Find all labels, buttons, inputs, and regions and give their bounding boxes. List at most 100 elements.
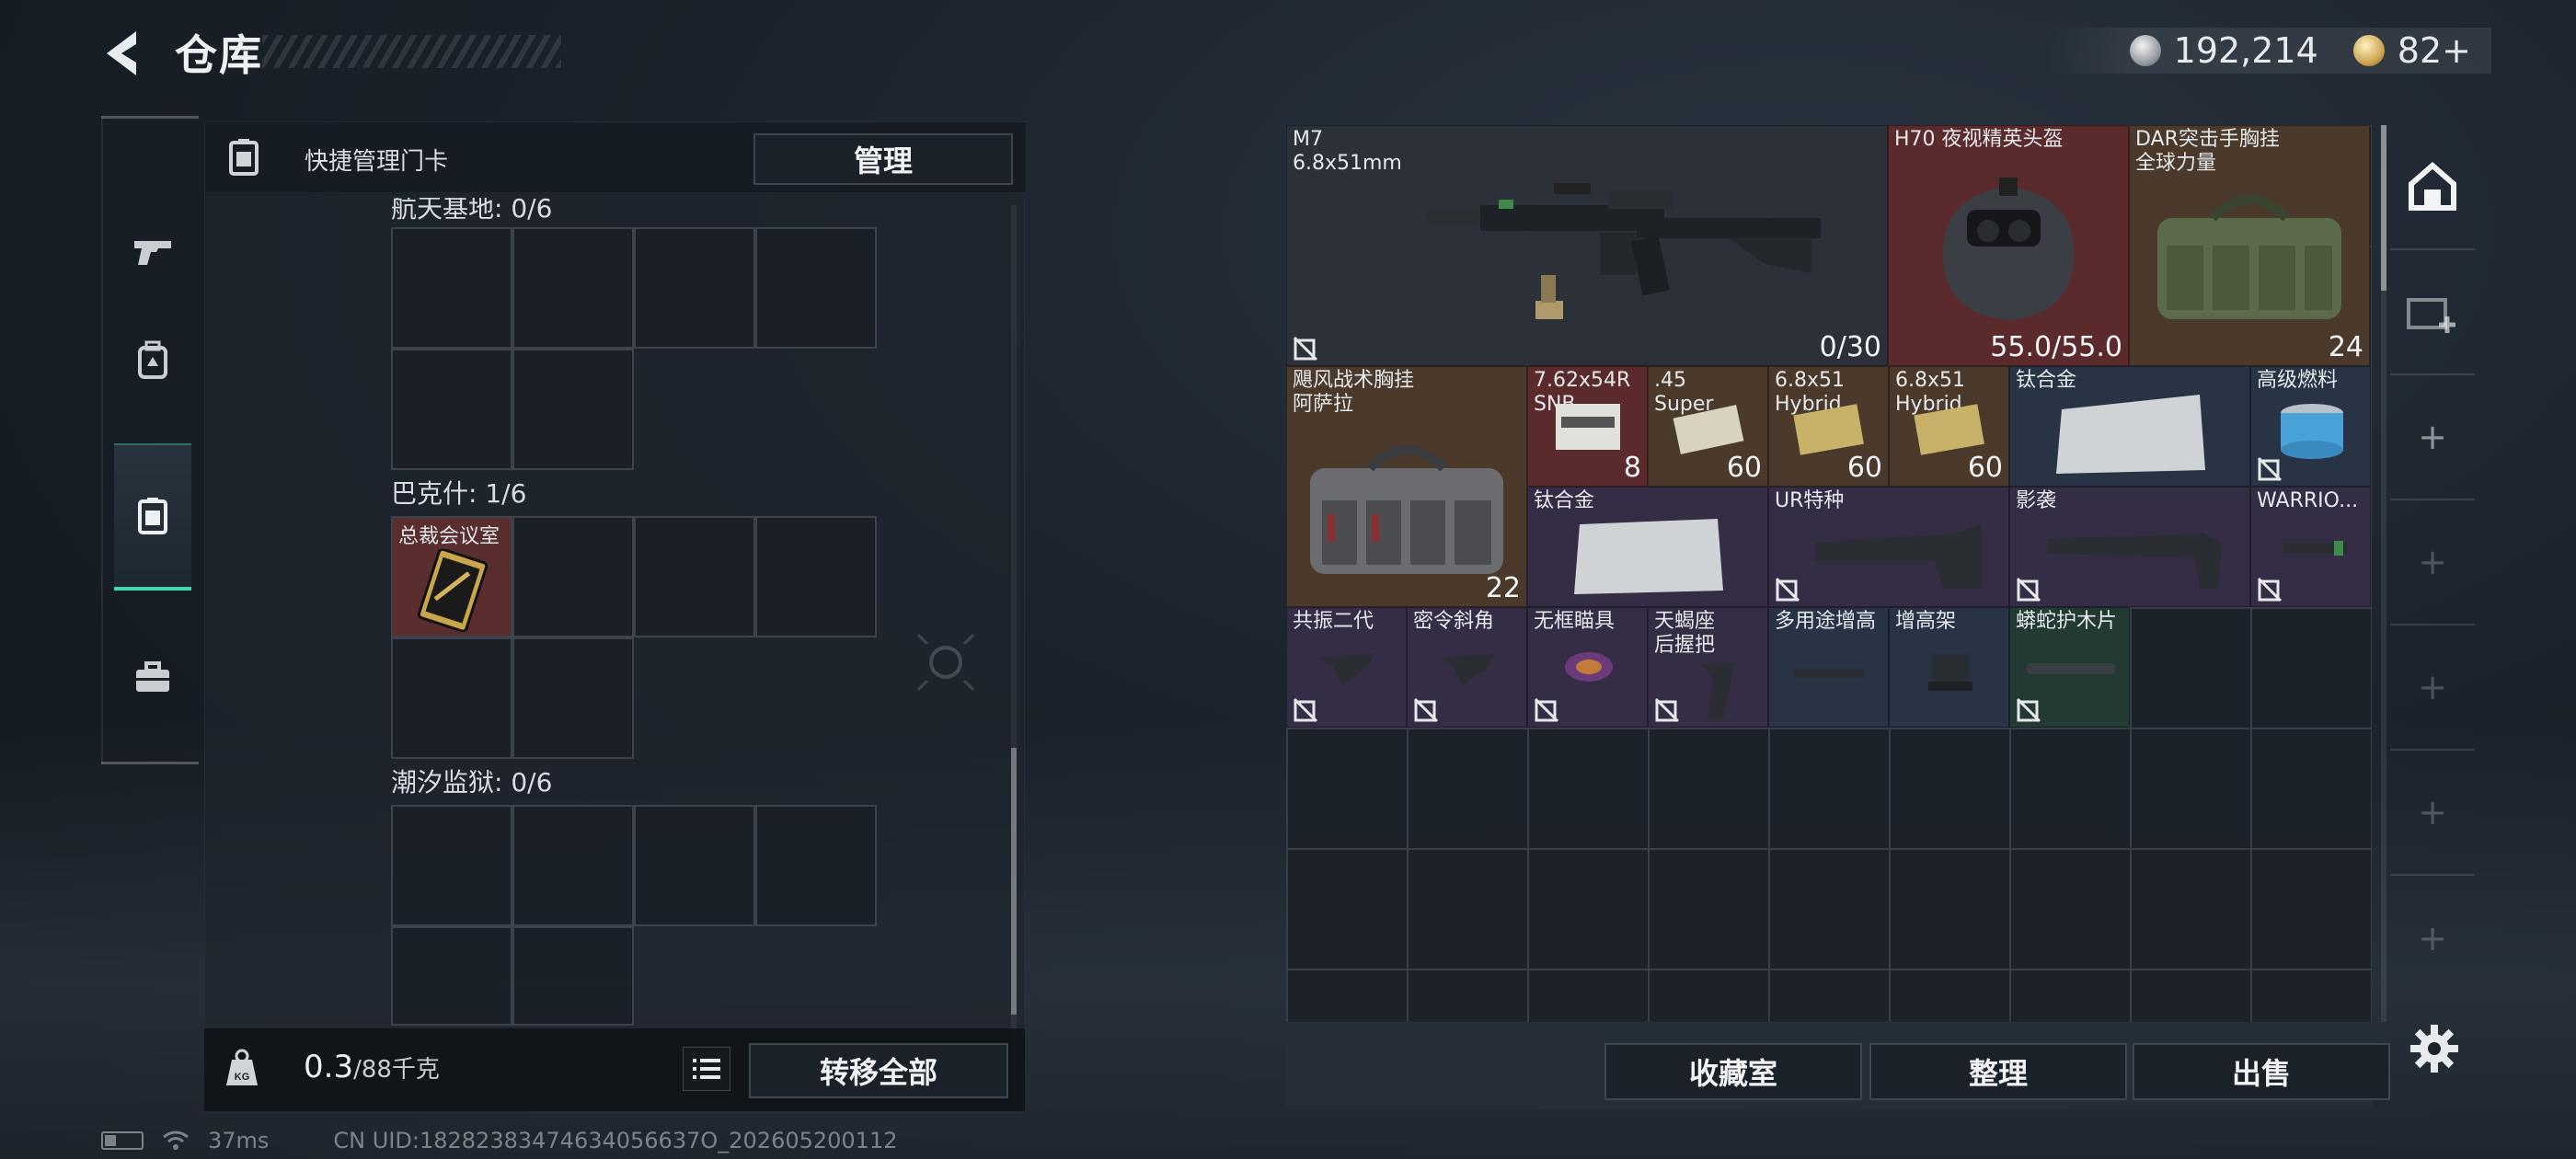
bag-icon xyxy=(1310,445,1503,574)
inventory-grid: M7 6.8x51mm 0/30 H70 夜视精英头盔 55.0/55.0 DA… xyxy=(1286,125,2372,1022)
backpack-icon xyxy=(138,340,167,379)
keycard-slot[interactable] xyxy=(512,349,634,470)
storage-slot-add[interactable]: + xyxy=(2390,876,2475,1001)
silver-currency-value: 192,214 xyxy=(2173,30,2318,71)
item-ammo-45-super[interactable]: .45 Super 60 xyxy=(1648,366,1768,487)
keycard-slot-filled[interactable]: 总裁会议室 xyxy=(391,516,512,637)
page-title: 仓库 xyxy=(175,30,263,80)
item-titanium-alloy[interactable]: 钛合金 xyxy=(2009,366,2250,487)
item-name: WARRIO... xyxy=(2257,489,2359,512)
item-h70-helmet[interactable]: H70 夜视精英头盔 55.0/55.0 xyxy=(1888,125,2129,366)
keycard-slot[interactable] xyxy=(512,227,634,349)
item-secret-angled-grip[interactable]: 密令斜角 xyxy=(1407,607,1527,728)
item-frameless-sight[interactable]: 无框瞄具 xyxy=(1527,607,1648,728)
plus-icon: + xyxy=(2418,792,2447,832)
item-shadow-raid-stock[interactable]: 影袭 xyxy=(2009,487,2250,607)
add-storage-icon xyxy=(2407,298,2455,333)
item-ammo-68x51-hybrid[interactable]: 6.8x51 Hybrid 60 xyxy=(1768,366,1889,487)
item-m7-rifle[interactable]: M7 6.8x51mm 0/30 xyxy=(1286,125,1888,366)
no-insure-icon xyxy=(2016,577,2041,602)
ammo-count: 60 xyxy=(1967,452,2003,484)
section-title-space-base: 航天基地: 0/6 xyxy=(391,193,553,224)
keycard-name: 总裁会议室 xyxy=(398,525,500,548)
keycard-slot[interactable] xyxy=(391,805,512,926)
storage-slot-add[interactable]: + xyxy=(2390,375,2475,500)
keycard-slot[interactable] xyxy=(634,516,755,637)
keycard-slot[interactable] xyxy=(512,805,634,926)
item-advanced-fuel[interactable]: 高级燃料 xyxy=(2250,366,2371,487)
inventory-scrollbar[interactable] xyxy=(2381,125,2386,1022)
keycard-slot[interactable] xyxy=(755,227,877,349)
item-warrior-attachment[interactable]: WARRIO... xyxy=(2250,487,2371,607)
keycard-slot[interactable] xyxy=(634,227,755,349)
bag-icon xyxy=(2157,195,2341,319)
ammo-count: 60 xyxy=(1726,452,1762,484)
keycard-slot[interactable] xyxy=(391,349,512,470)
item-scorpio-rear-grip[interactable]: 天蝎座 后握把 xyxy=(1648,607,1768,728)
tab-keycards[interactable] xyxy=(114,443,191,591)
category-rail xyxy=(101,116,199,763)
item-ammo-68x51-hybrid[interactable]: 6.8x51 Hybrid 60 xyxy=(1889,366,2009,487)
currency-bar: 192,214 82+ xyxy=(2046,28,2491,74)
storage-tab-warehouse[interactable] xyxy=(2390,125,2475,250)
item-titanium-alloy[interactable]: 钛合金 xyxy=(1527,487,1768,607)
title-decoration xyxy=(262,35,561,68)
item-python-handguard[interactable]: 蟒蛇护木片 xyxy=(2009,607,2130,728)
sell-button[interactable]: 出售 xyxy=(2133,1043,2390,1100)
scrollbar-thumb[interactable] xyxy=(2381,125,2386,291)
tab-equipment[interactable] xyxy=(114,287,191,434)
inventory-panel: M7 6.8x51mm 0/30 H70 夜视精英头盔 55.0/55.0 DA… xyxy=(1286,125,2390,1109)
no-insure-icon xyxy=(1654,697,1680,723)
weight-readout: 0.3/88千克 xyxy=(304,1049,440,1085)
item-ammo-762x54r[interactable]: 7.62x54R SNB 8 xyxy=(1527,366,1648,487)
tab-toolbox[interactable] xyxy=(114,603,191,751)
item-riser-mount[interactable]: 增高架 xyxy=(1889,607,2009,728)
keycard-slot[interactable] xyxy=(512,516,634,637)
gold-currency-value[interactable]: 82+ xyxy=(2398,30,2471,71)
status-bar: 37ms CN UID:18282383474634056637O_202605… xyxy=(101,1128,898,1153)
storage-slot-add[interactable]: + xyxy=(2390,500,2475,625)
wifi-icon xyxy=(163,1130,189,1150)
keycard-slot[interactable] xyxy=(512,637,634,759)
collection-room-button[interactable]: 收藏室 xyxy=(1604,1043,1862,1100)
keycard-slot[interactable] xyxy=(512,926,634,1026)
no-insure-icon xyxy=(1534,697,1559,723)
ammo-box-icon xyxy=(1914,404,1984,455)
flashlight-icon xyxy=(2283,541,2347,556)
capacity-count: 24 xyxy=(2328,331,2363,363)
keycard-slot[interactable] xyxy=(755,805,877,926)
keycard-slot[interactable] xyxy=(391,227,512,349)
weight-bar: KG 0.3/88千克 转移全部 xyxy=(204,1028,1025,1111)
storage-tab-expand[interactable] xyxy=(2390,250,2475,375)
keycard-slot[interactable] xyxy=(634,805,755,926)
item-name: 多用途增高 xyxy=(1775,610,1877,633)
weight-kg-icon: KG xyxy=(226,1049,258,1085)
ammo-count: 60 xyxy=(1846,452,1882,484)
durability: 55.0/55.0 xyxy=(1990,331,2122,363)
keycard-scrollbar[interactable] xyxy=(1011,205,1017,1107)
settings-gear-icon[interactable] xyxy=(2409,1023,2460,1074)
item-name: 增高架 xyxy=(1895,610,1957,633)
transfer-all-button[interactable]: 转移全部 xyxy=(749,1043,1008,1098)
back-button[interactable] xyxy=(99,26,155,81)
item-multi-riser[interactable]: 多用途增高 xyxy=(1768,607,1889,728)
storage-slot-add[interactable]: + xyxy=(2390,625,2475,751)
keycard-slot[interactable] xyxy=(391,637,512,759)
item-resonance-grip[interactable]: 共振二代 xyxy=(1286,607,1407,728)
item-dar-chest-rig[interactable]: DAR突击手胸挂 全球力量 24 xyxy=(2129,125,2370,366)
fuel-can-icon xyxy=(2281,404,2343,459)
item-name: DAR突击手胸挂 全球力量 xyxy=(2135,128,2280,175)
manage-button[interactable]: 管理 xyxy=(753,133,1013,185)
ammo-box-icon xyxy=(1673,405,1744,454)
storage-slot-add[interactable]: + xyxy=(2390,751,2475,876)
sort-button[interactable]: 整理 xyxy=(1869,1043,2127,1100)
scrollbar-thumb[interactable] xyxy=(1011,748,1017,1015)
ammo-count: 8 xyxy=(1623,452,1641,484)
keycard-slot[interactable] xyxy=(755,516,877,637)
item-ur-special-stock[interactable]: UR特种 xyxy=(1768,487,2009,607)
metal-plate-icon xyxy=(1574,519,1723,594)
list-view-button[interactable] xyxy=(683,1047,730,1091)
stock-icon xyxy=(2047,534,2222,589)
item-hurricane-chest-rig[interactable]: 飓风战术胸挂 阿萨拉 22 xyxy=(1286,366,1527,607)
keycard-slot[interactable] xyxy=(391,926,512,1026)
